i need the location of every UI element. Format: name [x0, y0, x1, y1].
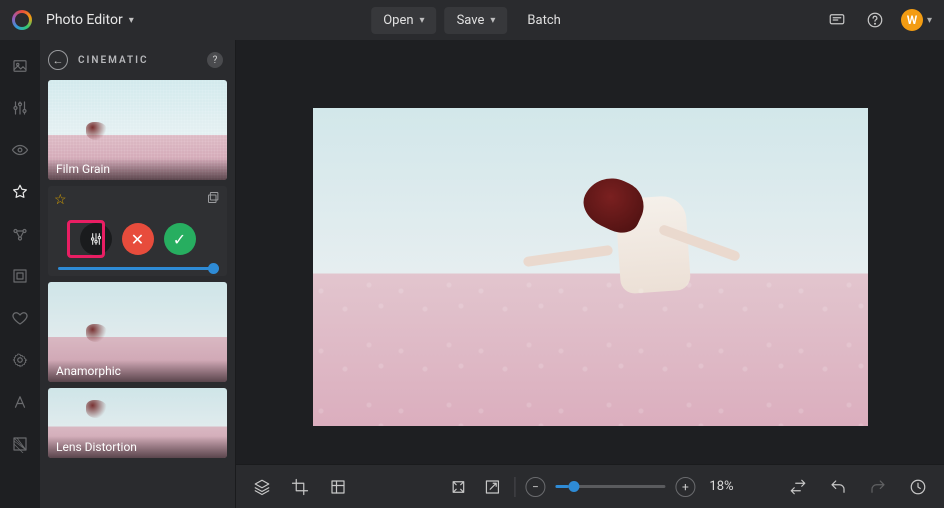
text-icon[interactable]: [8, 390, 32, 414]
gear-icon[interactable]: [8, 348, 32, 372]
effect-label: Anamorphic: [48, 360, 227, 382]
redo-icon[interactable]: [866, 475, 890, 499]
account-menu[interactable]: W ▾: [901, 9, 932, 31]
bottombar-right: [786, 475, 930, 499]
effect-label: Lens Distortion: [48, 436, 227, 458]
divider: [514, 477, 515, 497]
message-icon[interactable]: [825, 8, 849, 32]
effect-card-anamorphic[interactable]: Anamorphic: [48, 282, 227, 382]
panel-title: CINEMATIC: [78, 55, 149, 66]
image-tool-icon[interactable]: [8, 54, 32, 78]
zoom-out-button[interactable]: −: [525, 477, 545, 497]
zoom-in-button[interactable]: +: [675, 477, 695, 497]
effect-card-header: ☆: [48, 186, 227, 213]
chevron-down-icon: ▾: [490, 15, 495, 26]
panel-header: ← CINEMATIC ?: [40, 40, 235, 80]
effects-panel: ← CINEMATIC ? Film Grain ☆: [40, 40, 236, 508]
favorite-star-icon[interactable]: ☆: [54, 192, 67, 208]
batch-button[interactable]: Batch: [515, 7, 572, 34]
nodes-icon[interactable]: [8, 222, 32, 246]
photo-preview: [313, 108, 868, 426]
texture-icon[interactable]: [8, 432, 32, 456]
adjust-button[interactable]: [80, 223, 112, 255]
effects-list[interactable]: Film Grain ☆ ✕ ✓: [40, 80, 235, 466]
stack-icon[interactable]: [206, 190, 221, 209]
eye-icon[interactable]: [8, 138, 32, 162]
app-title-dropdown[interactable]: Photo Editor ▾: [46, 12, 134, 28]
batch-label: Batch: [527, 13, 560, 28]
bottombar-left: [250, 475, 350, 499]
tool-rail: [0, 40, 40, 508]
bottombar-center: − + 18%: [446, 475, 733, 499]
back-button[interactable]: ←: [48, 50, 68, 70]
compare-icon[interactable]: [786, 475, 810, 499]
topbar-right: W ▾: [825, 8, 932, 32]
cancel-button[interactable]: ✕: [122, 223, 154, 255]
history-icon[interactable]: [906, 475, 930, 499]
main: ← CINEMATIC ? Film Grain ☆: [0, 40, 944, 508]
heart-icon[interactable]: [8, 306, 32, 330]
canvas-area: − + 18%: [236, 40, 944, 508]
fit-screen-icon[interactable]: [446, 475, 470, 499]
open-label: Open: [383, 13, 413, 28]
topbar: Photo Editor ▾ Open ▾ Save ▾ Batch W ▾: [0, 0, 944, 40]
apply-button[interactable]: ✓: [164, 223, 196, 255]
zoom-slider[interactable]: [555, 485, 665, 488]
avatar: W: [901, 9, 923, 31]
effect-actions: ✕ ✓: [48, 213, 227, 267]
save-button[interactable]: Save ▾: [445, 7, 508, 34]
frame-icon[interactable]: [8, 264, 32, 288]
chevron-down-icon: ▾: [129, 15, 134, 26]
effect-card-lens-distortion[interactable]: Lens Distortion: [48, 388, 227, 458]
app-logo[interactable]: [12, 10, 32, 30]
effect-card-film-grain[interactable]: Film Grain: [48, 80, 227, 180]
bottom-toolbar: − + 18%: [236, 464, 944, 508]
fullscreen-icon[interactable]: [480, 475, 504, 499]
canvas-viewport[interactable]: [236, 40, 944, 464]
grid-icon[interactable]: [326, 475, 350, 499]
chevron-down-icon: ▾: [420, 15, 425, 26]
layers-icon[interactable]: [250, 475, 274, 499]
crop-icon[interactable]: [288, 475, 312, 499]
chevron-down-icon: ▾: [927, 15, 932, 26]
effect-card-selected: ☆ ✕ ✓: [48, 186, 227, 276]
panel-help-icon[interactable]: ?: [207, 52, 223, 68]
help-icon[interactable]: [863, 8, 887, 32]
sliders-icon[interactable]: [8, 96, 32, 120]
star-icon[interactable]: [8, 180, 32, 204]
undo-icon[interactable]: [826, 475, 850, 499]
avatar-initial: W: [907, 13, 918, 27]
effect-label: Film Grain: [48, 158, 227, 180]
save-label: Save: [457, 13, 485, 28]
effect-intensity-slider[interactable]: [48, 267, 227, 270]
zoom-percentage[interactable]: 18%: [709, 479, 733, 494]
topbar-actions: Open ▾ Save ▾ Batch: [371, 7, 573, 34]
app-title-label: Photo Editor: [46, 12, 123, 28]
open-button[interactable]: Open ▾: [371, 7, 436, 34]
